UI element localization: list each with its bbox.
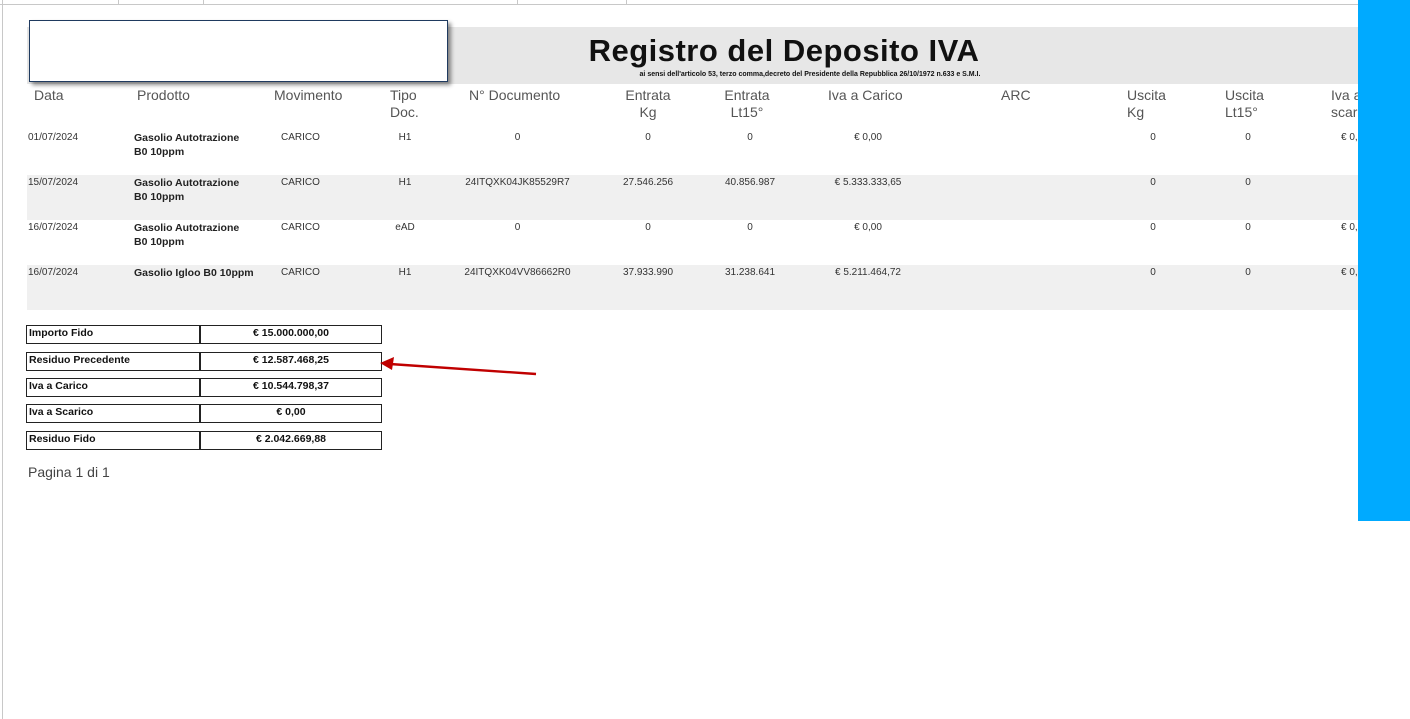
cell-uscita-kg: 0	[1150, 132, 1156, 143]
cell-iva-carico: € 0,00	[854, 132, 882, 143]
cell-prodotto-line2: B0 10ppm	[134, 146, 185, 158]
tab-strip	[0, 0, 1358, 5]
cell-movimento: CARICO	[281, 177, 320, 188]
cell-uscita-lt: 0	[1245, 222, 1251, 233]
cell-iva-carico: € 5.211.464,72	[835, 267, 901, 278]
annotation-arrow-icon	[380, 357, 537, 376]
cell-prodotto-line1: Gasolio Autotrazione	[134, 132, 240, 144]
col-header-entrata-lt-line2: Lt15°	[730, 104, 764, 120]
col-header-uscita-lt-line2: Lt15°	[1225, 104, 1258, 120]
cell-movimento: CARICO	[281, 267, 320, 278]
cell-entrata-lt: 0	[747, 132, 753, 143]
cell-uscita-lt: 0	[1245, 132, 1251, 143]
cell-uscita-lt: 0	[1245, 267, 1251, 278]
tab-4[interactable]	[370, 0, 518, 4]
col-header-entrata-kg: Entrata Kg	[618, 87, 678, 121]
tab-5[interactable]	[517, 0, 627, 4]
cell-tipo-doc: H1	[398, 267, 412, 278]
col-header-tipo-doc-line2: Doc.	[390, 104, 419, 120]
cell-n-documento: 0	[514, 222, 521, 233]
tab-2[interactable]	[118, 0, 204, 4]
cell-data: 16/07/2024	[28, 267, 79, 278]
col-header-data: Data	[34, 87, 64, 103]
cell-entrata-kg: 27.546.256	[622, 177, 674, 188]
col-header-iva-scarico-line1: Iva a	[1331, 87, 1362, 103]
col-header-entrata-lt: Entrata Lt15°	[717, 87, 777, 121]
cell-entrata-kg: 0	[645, 222, 651, 233]
cell-tipo-doc: H1	[398, 177, 412, 188]
tab-1[interactable]	[0, 0, 119, 4]
cell-entrata-kg: 0	[645, 132, 651, 143]
col-header-uscita-kg-line1: Uscita	[1127, 87, 1166, 103]
cell-data: 15/07/2024	[28, 177, 79, 188]
col-header-entrata-lt-line1: Entrata	[724, 87, 770, 103]
summary-label-iva-scarico: Iva a Scarico	[26, 404, 200, 423]
cell-iva-carico: € 0,00	[854, 222, 882, 233]
cell-entrata-kg: 37.933.990	[622, 267, 674, 278]
summary-label-iva-carico: Iva a Carico	[26, 378, 200, 397]
summary-value-importo-fido: € 15.000.000,00	[200, 325, 382, 344]
cell-tipo-doc: H1	[398, 132, 412, 143]
cell-iva-scarico: € 0,	[1341, 267, 1358, 278]
cell-prodotto-line1: Gasolio Autotrazione	[134, 177, 240, 189]
cell-n-documento: 24ITQXK04JK85529R7	[465, 177, 570, 188]
window-left-border	[2, 0, 3, 719]
page-indicator: Pagina 1 di 1	[28, 464, 110, 480]
cell-prodotto: Gasolio Autotrazione B0 10ppm	[134, 221, 239, 249]
cell-prodotto-line2: B0 10ppm	[134, 236, 185, 248]
side-accent-bar	[1358, 0, 1410, 521]
cell-uscita-kg: 0	[1150, 222, 1156, 233]
col-header-iva-scarico-line2: scar	[1331, 104, 1358, 120]
col-header-uscita-lt: Uscita Lt15°	[1225, 87, 1264, 121]
cell-prodotto-line1: Gasolio Autotrazione	[134, 222, 240, 234]
cell-prodotto: Gasolio Autotrazione B0 10ppm	[134, 176, 239, 204]
cell-data: 01/07/2024	[28, 132, 79, 143]
summary-value-residuo-fido: € 2.042.669,88	[200, 431, 382, 450]
col-header-uscita-lt-line1: Uscita	[1225, 87, 1264, 103]
col-header-n-documento: N° Documento	[469, 87, 561, 103]
cell-n-documento: 0	[514, 132, 521, 143]
cell-prodotto-line1: Gasolio Igloo B0 10ppm	[134, 267, 254, 279]
col-header-prodotto: Prodotto	[137, 87, 190, 103]
cell-entrata-lt: 40.856.987	[724, 177, 776, 188]
report-subtitle: ai sensi dell'articolo 53, terzo comma,d…	[639, 71, 981, 78]
col-header-movimento: Movimento	[274, 87, 343, 103]
cell-prodotto: Gasolio Igloo B0 10ppm	[134, 266, 254, 280]
cell-data: 16/07/2024	[28, 222, 79, 233]
col-header-tipo-doc: Tipo Doc.	[390, 87, 419, 121]
cell-movimento: CARICO	[281, 222, 320, 233]
cell-n-documento: 24ITQXK04VV86662R0	[464, 267, 571, 278]
summary-label-residuo-fido: Residuo Fido	[26, 431, 200, 450]
summary-value-iva-scarico: € 0,00	[200, 404, 382, 423]
cell-uscita-kg: 0	[1150, 177, 1156, 188]
col-header-uscita-kg: Uscita Kg	[1127, 87, 1166, 121]
report-title: Registro del Deposito IVA	[588, 33, 980, 68]
summary-label-residuo-precedente: Residuo Precedente	[26, 352, 200, 371]
summary-value-residuo-precedente: € 12.587.468,25	[200, 352, 382, 371]
cell-movimento: CARICO	[281, 132, 320, 143]
summary-label-importo-fido: Importo Fido	[26, 325, 200, 344]
col-header-tipo-doc-line1: Tipo	[390, 87, 417, 103]
col-header-entrata-kg-line1: Entrata	[625, 87, 671, 103]
logo-box	[29, 20, 448, 82]
col-header-uscita-kg-line2: Kg	[1127, 104, 1145, 120]
cell-iva-scarico: € 0,	[1341, 222, 1358, 233]
cell-iva-scarico: € 0,	[1341, 132, 1358, 143]
cell-uscita-lt: 0	[1245, 177, 1251, 188]
summary-value-iva-carico: € 10.544.798,37	[200, 378, 382, 397]
cell-entrata-lt: 31.238.641	[724, 267, 776, 278]
cell-iva-carico: € 5.333.333,65	[834, 177, 902, 188]
cell-entrata-lt: 0	[747, 222, 753, 233]
cell-prodotto-line2: B0 10ppm	[134, 191, 185, 203]
col-header-iva-carico: Iva a Carico	[828, 87, 903, 103]
col-header-iva-scarico: Iva a scar	[1331, 87, 1361, 121]
cell-uscita-kg: 0	[1150, 267, 1156, 278]
cell-tipo-doc: eAD	[395, 222, 415, 233]
col-header-entrata-kg-line2: Kg	[639, 104, 657, 120]
col-header-arc: ARC	[1001, 87, 1031, 103]
cell-prodotto: Gasolio Autotrazione B0 10ppm	[134, 131, 239, 159]
